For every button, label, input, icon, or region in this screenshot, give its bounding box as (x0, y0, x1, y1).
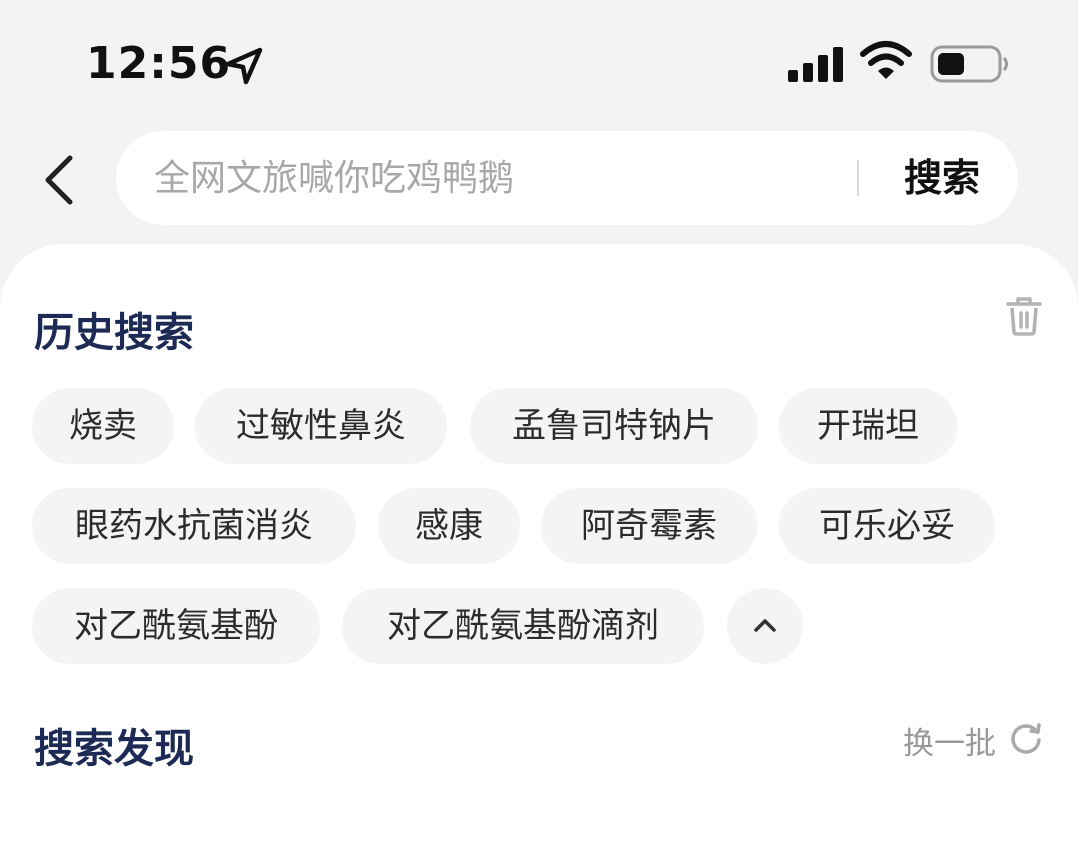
refresh-label: 换一批 (903, 726, 996, 762)
wifi-icon (860, 41, 912, 79)
history-search-title: 历史搜索 (34, 310, 194, 356)
history-chip[interactable]: 开瑞坦 (779, 388, 957, 464)
history-chip[interactable]: 感康 (378, 488, 520, 564)
battery-icon (930, 45, 1008, 83)
content-card: 历史搜索 烧卖 过敏性鼻炎 孟鲁司特钠片 开瑞坦 眼药水抗菌消炎 感康 阿奇霉素… (0, 244, 1078, 844)
back-icon[interactable] (40, 152, 80, 208)
status-time: 12:56 (86, 38, 232, 89)
history-chip[interactable]: 过敏性鼻炎 (195, 388, 447, 464)
chevron-up-icon (754, 619, 776, 632)
history-chip[interactable]: 对乙酰氨基酚 (32, 588, 320, 664)
search-box: 搜索 (116, 131, 1018, 225)
search-button[interactable]: 搜索 (886, 131, 998, 225)
search-input[interactable] (154, 131, 834, 225)
history-chip[interactable]: 可乐必妥 (779, 488, 995, 564)
status-bar: 12:56 (0, 0, 1078, 120)
location-arrow-icon (225, 47, 263, 85)
history-chip[interactable]: 眼药水抗菌消炎 (32, 488, 356, 564)
history-chip[interactable]: 烧卖 (32, 388, 174, 464)
cellular-signal-icon (788, 47, 843, 82)
search-divider (857, 160, 859, 196)
collapse-history-button[interactable] (727, 588, 803, 664)
history-chip[interactable]: 阿奇霉素 (541, 488, 757, 564)
refresh-icon (1011, 723, 1041, 754)
history-chip[interactable]: 孟鲁司特钠片 (470, 388, 758, 464)
search-discover-title: 搜索发现 (34, 726, 194, 772)
trash-icon[interactable] (1002, 294, 1046, 338)
history-chip[interactable]: 对乙酰氨基酚滴剂 (342, 588, 704, 664)
